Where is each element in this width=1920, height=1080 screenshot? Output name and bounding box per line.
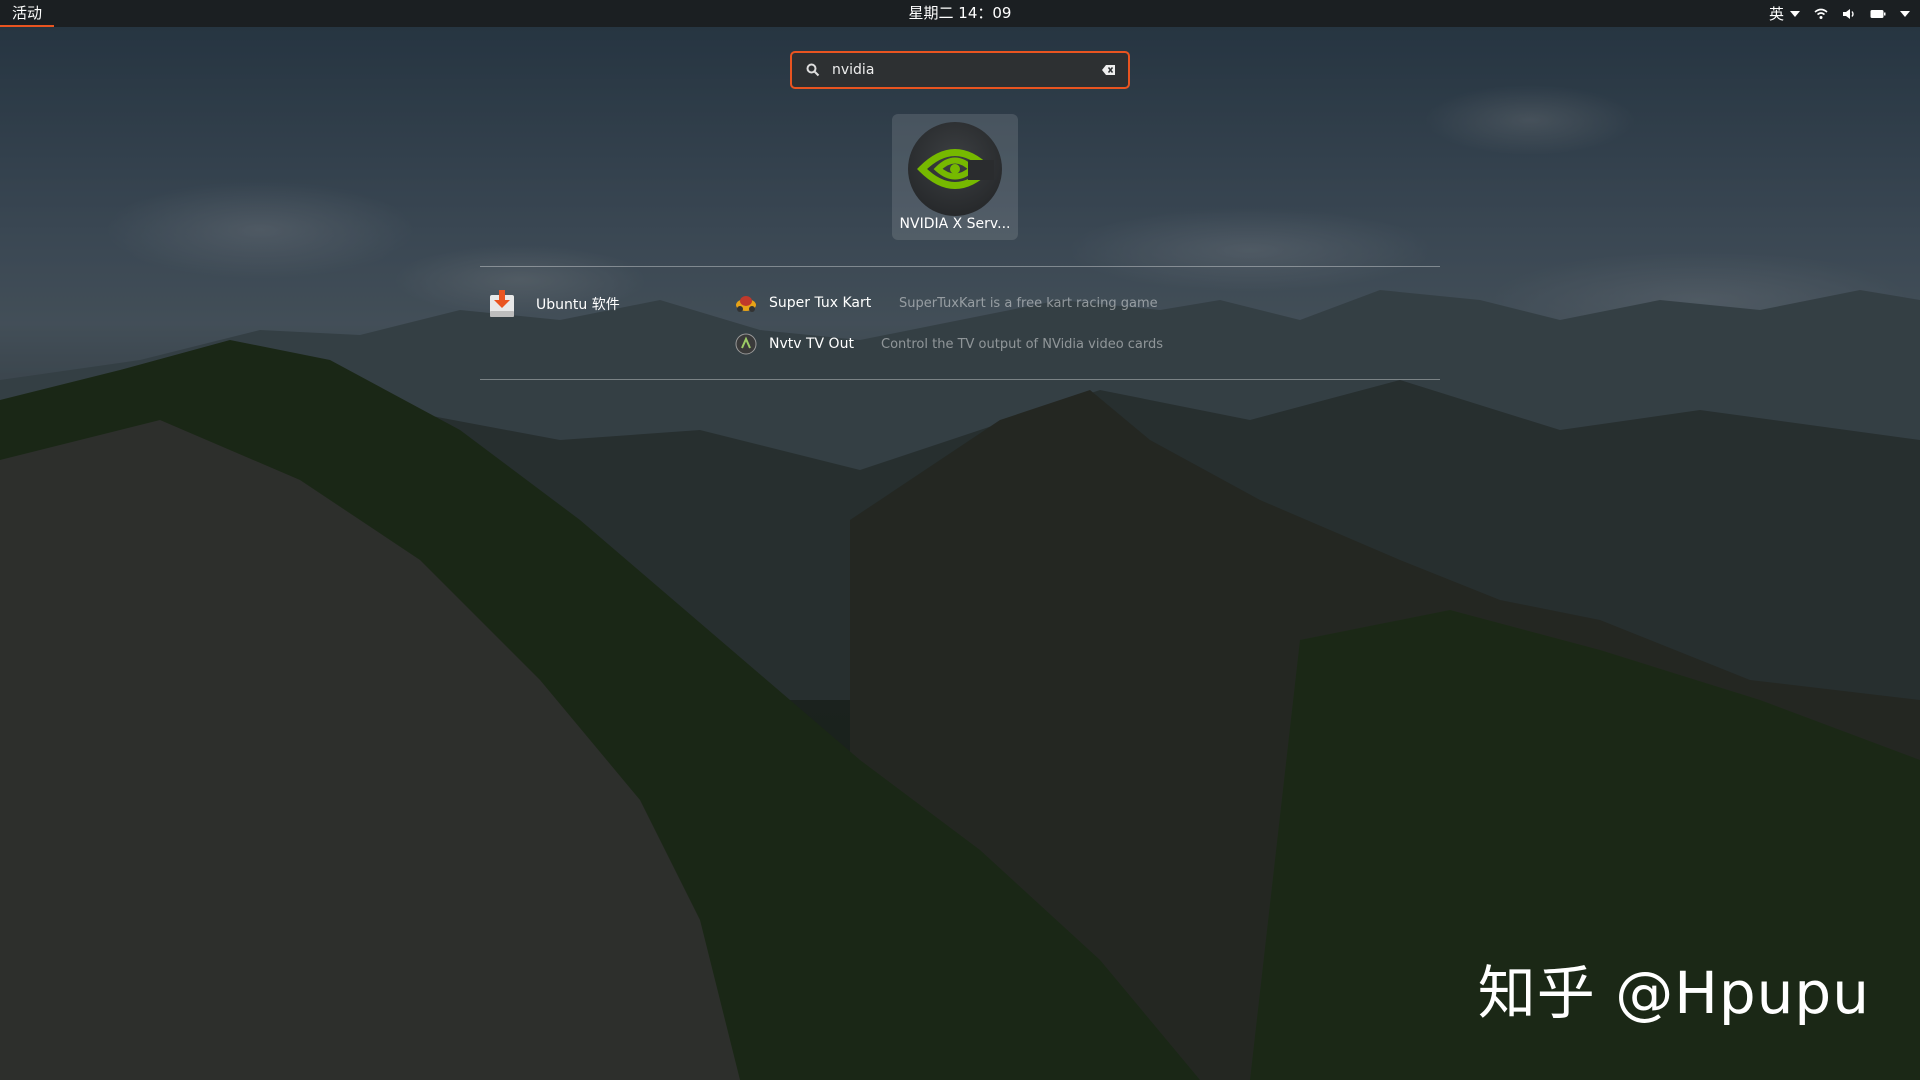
top-bar: 活动 星期二 14：09 英 xyxy=(0,0,1920,27)
input-language-label: 英 xyxy=(1768,5,1784,23)
chevron-down-icon xyxy=(1790,10,1800,17)
battery-icon xyxy=(1870,9,1886,18)
result-nvtv[interactable]: Nvtv TV Out Control the TV output of NVi… xyxy=(735,333,1163,355)
provider-label: Ubuntu 软件 xyxy=(536,297,620,313)
wifi-icon xyxy=(1814,8,1828,19)
clock-label[interactable]: 星期二 14：09 xyxy=(909,4,1012,22)
supertuxkart-icon xyxy=(736,296,756,312)
search-input[interactable] xyxy=(830,61,1102,79)
result-name: Nvtv TV Out xyxy=(769,336,854,352)
system-tray: 英 xyxy=(1769,0,1910,27)
nvidia-icon xyxy=(908,122,1002,216)
search-icon xyxy=(806,63,820,77)
activities-button[interactable]: 活动 xyxy=(0,0,55,27)
watermark: 知乎 @Hpupu xyxy=(1477,959,1870,1027)
result-name: Super Tux Kart xyxy=(769,295,872,311)
result-description: Control the TV output of NVidia video ca… xyxy=(881,336,1164,352)
chevron-down-icon xyxy=(1900,10,1910,17)
software-icon xyxy=(490,290,514,317)
provider-ubuntu-software[interactable]: Ubuntu 软件 xyxy=(488,289,620,319)
clock: 星期二 14：09 xyxy=(0,0,1920,27)
result-description: SuperTuxKart is a free kart racing game xyxy=(899,295,1158,311)
clear-icon[interactable] xyxy=(1102,64,1116,76)
system-menu[interactable] xyxy=(1814,8,1910,20)
app-result-label: NVIDIA X Serv... xyxy=(899,216,1011,232)
nvtv-icon xyxy=(735,333,757,355)
results-separator xyxy=(480,379,1440,380)
app-result-nvidia[interactable]: NVIDIA X Serv... xyxy=(892,114,1018,240)
search-box[interactable] xyxy=(790,51,1130,89)
results-separator xyxy=(480,266,1440,267)
input-language-menu[interactable]: 英 xyxy=(1769,3,1800,24)
result-supertuxkart[interactable]: Super Tux Kart SuperTuxKart is a free ka… xyxy=(735,292,1158,314)
volume-icon xyxy=(1843,8,1854,19)
